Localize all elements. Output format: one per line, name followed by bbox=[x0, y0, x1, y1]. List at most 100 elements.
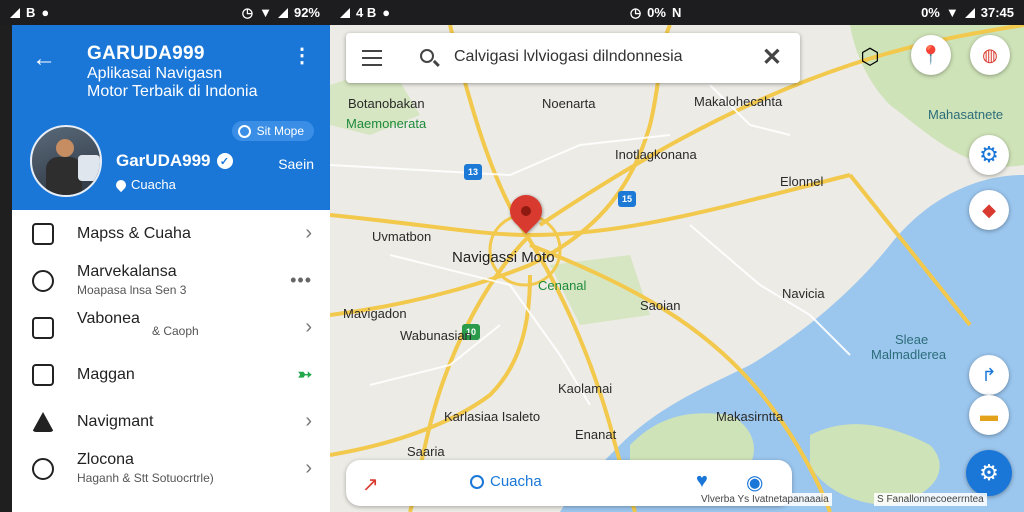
menu-item-navigmant[interactable]: Navigmant › bbox=[12, 398, 330, 445]
map-label: Sleae bbox=[895, 332, 929, 347]
alarm-icon: ◷ bbox=[629, 4, 642, 20]
status-center: 0% bbox=[647, 5, 666, 20]
verified-icon: ✓ bbox=[216, 153, 233, 169]
map-label: Wabunasian bbox=[400, 328, 472, 343]
navigation-drawer: ← ⋮ GARUDA999 Aplikasai Navigasn Motor T… bbox=[12, 25, 330, 512]
map-label: Uvmatbon bbox=[372, 229, 432, 244]
shirt-icon bbox=[32, 222, 54, 245]
app-subtitle-2: Motor Terbaik di Indonia bbox=[87, 83, 258, 100]
favorite-icon[interactable]: ♥ bbox=[696, 470, 708, 493]
menu-item-marvekalansa[interactable]: Marvekalansa Moapasa lnsa Sen 3 ••• bbox=[12, 257, 330, 304]
menu-label: Vabonea bbox=[77, 310, 140, 327]
avatar[interactable] bbox=[30, 125, 102, 197]
map-label: Mavigadon bbox=[343, 306, 407, 321]
layers-button[interactable]: ◍ bbox=[970, 35, 1010, 75]
weather-icon bbox=[470, 474, 484, 489]
search-input[interactable]: Calvigasi lvlviogasi dilndonnesia bbox=[454, 48, 683, 66]
direction-icon[interactable]: ↱ bbox=[969, 355, 1009, 395]
map-label: Botanobakan bbox=[348, 96, 425, 111]
more-horiz-icon[interactable]: ••• bbox=[290, 270, 312, 291]
leaf-icon bbox=[32, 269, 54, 292]
alert-icon[interactable]: ◆ bbox=[969, 190, 1009, 230]
user-name: GarUDA999 ✓ bbox=[116, 151, 233, 171]
menu-item-vabonea[interactable]: Vabonea & Caoph › bbox=[12, 304, 330, 351]
location-icon bbox=[113, 177, 129, 192]
back-arrow-icon[interactable]: ← bbox=[32, 45, 56, 73]
navigate-icon[interactable]: ↗ bbox=[362, 472, 379, 497]
menu-item-maps[interactable]: Mapss & Cuaha › bbox=[12, 210, 330, 257]
settings-gear-icon[interactable]: ⚙ bbox=[969, 135, 1009, 175]
user-status: Cuacha bbox=[113, 177, 176, 192]
search-bar[interactable]: Calvigasi lvlviogasi dilndonnesia ✕ bbox=[346, 33, 800, 83]
clock: 37:45 bbox=[980, 5, 1014, 20]
map-label: Saaria bbox=[407, 444, 445, 459]
map-label: Makasirntta bbox=[716, 409, 784, 424]
weather-label: Cuacha bbox=[490, 473, 542, 490]
status-percent: 0% bbox=[921, 5, 940, 20]
map-label: Karlasiaa Isaleto bbox=[444, 409, 541, 424]
status-bar-left: B ● ◷ ▼ 92% bbox=[0, 0, 330, 25]
close-icon[interactable]: ✕ bbox=[762, 43, 782, 72]
map-label: Kaolamai bbox=[558, 381, 613, 396]
screen: B ● ◷ ▼ 92% 4 B ● ◷ 0% N 0% ▼ 37:45 ← ⋮ … bbox=[0, 0, 1024, 512]
user-status-text: Cuacha bbox=[131, 177, 176, 192]
map-label-main: Navigassi Moto bbox=[452, 249, 555, 266]
menu-label: Maggan bbox=[77, 365, 135, 383]
wifi-icon: ▼ bbox=[259, 5, 272, 20]
map-label: Navicia bbox=[782, 286, 825, 301]
route-shield: 13 bbox=[464, 164, 482, 180]
more-vert-icon[interactable]: ⋮ bbox=[292, 43, 312, 68]
battery-text: 92% bbox=[293, 5, 320, 20]
route-icon bbox=[32, 316, 54, 339]
menu-label: Zlocona bbox=[77, 451, 134, 468]
bag-icon bbox=[32, 363, 54, 386]
menu-label: Navigmant bbox=[77, 412, 154, 430]
pin-button[interactable]: 📍 bbox=[911, 35, 951, 75]
signal-icon bbox=[964, 7, 975, 18]
signal-icon bbox=[340, 7, 350, 18]
map-view[interactable]: Calvigasi lvlviogasi dilndonnesia ✕ ⬡ 📍 … bbox=[330, 25, 1024, 512]
map-attribution-2: S Fanallonnecoeerrntea bbox=[874, 493, 987, 506]
menu-item-maggan[interactable]: Maggan ➳ bbox=[12, 351, 330, 398]
drawer-menu: Mapss & Cuaha › Marvekalansa Moapasa lns… bbox=[12, 210, 330, 492]
search-icon[interactable] bbox=[420, 49, 434, 63]
map-label: Mahasatnete bbox=[928, 107, 1004, 122]
menu-item-zlocona[interactable]: Zlocona Haganh & Stt Sotuocrtrle) › bbox=[12, 445, 330, 492]
menu-sublabel: Haganh & Stt Sotuocrtrle) bbox=[77, 471, 214, 485]
chat-icon: ● bbox=[382, 5, 391, 20]
chip-label: Sit Mope bbox=[256, 124, 304, 138]
map-mode-chip[interactable]: Sit Mope bbox=[231, 121, 314, 141]
user-name-text: GarUDA999 bbox=[116, 151, 211, 170]
signal-icon bbox=[277, 7, 288, 18]
map-label: Maemonerata bbox=[346, 116, 427, 131]
status-icons: B bbox=[26, 5, 36, 20]
settings-fab[interactable]: ⚙ bbox=[966, 450, 1012, 496]
ruler-icon[interactable]: ▬ bbox=[969, 395, 1009, 435]
pen-icon bbox=[32, 457, 54, 480]
chat-bubble-icon[interactable]: ◉ bbox=[746, 470, 763, 495]
status-bar-right: 4 B ● ◷ 0% N 0% ▼ 37:45 bbox=[330, 0, 1024, 25]
menu-sublabel: Moapasa lnsa Sen 3 bbox=[77, 283, 187, 297]
weather-button[interactable]: Cuacha bbox=[470, 473, 542, 490]
alarm-icon: ◷ bbox=[241, 4, 254, 20]
map-canvas bbox=[330, 25, 1024, 512]
menu-sublabel: & Caoph bbox=[152, 324, 199, 338]
shape-icon[interactable]: ⬡ bbox=[850, 37, 890, 77]
chevron-right-icon: › bbox=[305, 222, 312, 244]
wifi-icon: ▼ bbox=[945, 5, 959, 20]
map-label: Cenanal bbox=[538, 278, 587, 293]
chevron-right-icon: › bbox=[305, 410, 312, 432]
app-title: GARUDA999 bbox=[87, 43, 205, 64]
map-attribution: Vlverba Ys Ivatnetapanaaaia bbox=[698, 493, 832, 506]
map-label: Makalohecahta bbox=[694, 94, 783, 109]
mode-icon bbox=[237, 124, 251, 138]
map-label: Enanat bbox=[575, 427, 617, 442]
map-label: Saoian bbox=[640, 298, 681, 313]
map-label: Elonnel bbox=[780, 174, 824, 189]
chevron-right-icon: › bbox=[305, 457, 312, 479]
status-center-suffix: N bbox=[671, 5, 682, 20]
menu-icon[interactable] bbox=[362, 50, 382, 66]
user-action-link[interactable]: Saein bbox=[278, 156, 314, 172]
drawer-header: ← ⋮ GARUDA999 Aplikasai Navigasn Motor T… bbox=[12, 25, 330, 210]
avatar-bike bbox=[78, 155, 100, 181]
